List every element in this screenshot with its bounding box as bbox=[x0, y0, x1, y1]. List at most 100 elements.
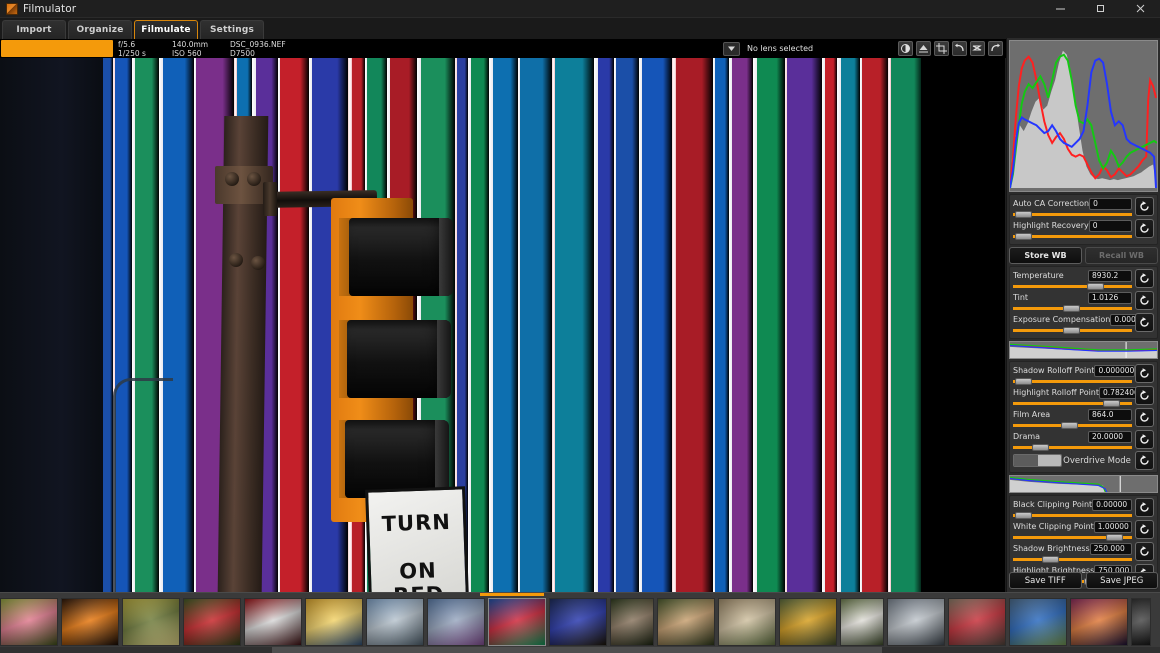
reset-icon[interactable] bbox=[1135, 451, 1154, 470]
store-wb-button[interactable]: Store WB bbox=[1009, 247, 1082, 264]
value-auto-ca-correction[interactable]: 0 bbox=[1089, 197, 1132, 210]
lamp-visor-yellow bbox=[347, 320, 451, 398]
filmstrip-thumb-boy-portrait[interactable] bbox=[610, 598, 654, 646]
filmstrip-thumb-dog-portrait[interactable] bbox=[657, 598, 715, 646]
filmstrip-thumb-red-flowers-planter[interactable] bbox=[183, 598, 241, 646]
thumb-vignette bbox=[888, 599, 944, 645]
tab-settings[interactable]: Settings bbox=[200, 20, 264, 39]
lens-selector[interactable]: No lens selected bbox=[723, 41, 918, 56]
filmulator-window: Filmulator Import Organize Filmulate Set… bbox=[0, 0, 1160, 653]
reset-icon[interactable] bbox=[1135, 498, 1154, 517]
filmstrip-thumb-two-boys[interactable] bbox=[1009, 598, 1067, 646]
reset-icon[interactable] bbox=[1135, 520, 1154, 539]
filmstrip-thumb-woman-blue-shirt[interactable] bbox=[549, 598, 607, 646]
reset-icon[interactable] bbox=[1135, 197, 1154, 216]
reset-icon[interactable] bbox=[1135, 364, 1154, 383]
flip-icon[interactable] bbox=[970, 41, 985, 56]
sign-line-2: ON RED bbox=[393, 558, 445, 592]
label-film-area: Film Area bbox=[1013, 410, 1051, 419]
tab-organize[interactable]: Organize bbox=[68, 20, 132, 39]
slider-auto-ca-correction[interactable] bbox=[1013, 211, 1132, 218]
slider-exposure-compensation[interactable] bbox=[1013, 327, 1132, 334]
filmstrip-thumb-autumn-path[interactable] bbox=[122, 598, 180, 646]
filmstrip-thumb-vintage-car-street[interactable] bbox=[887, 598, 945, 646]
slider-highlight-recovery[interactable] bbox=[1013, 233, 1132, 240]
slider-highlight-rolloff-point[interactable] bbox=[1013, 400, 1132, 407]
value-black-clipping-point[interactable]: 0.00000 bbox=[1092, 498, 1132, 511]
slider-black-clipping-point[interactable] bbox=[1013, 512, 1132, 519]
filmstrip-thumb-bridge-structure[interactable] bbox=[427, 598, 485, 646]
maximize-button[interactable] bbox=[1080, 0, 1120, 18]
image-viewport[interactable]: TURN ON RED WARN bbox=[0, 58, 1005, 592]
tab-filmulate[interactable]: Filmulate bbox=[134, 20, 198, 39]
value-highlight-rolloff-point[interactable]: 0.782406 bbox=[1099, 386, 1140, 399]
control-film-area: Film Area 864.0 bbox=[1013, 408, 1154, 429]
filmstrip-scrollbar-thumb[interactable] bbox=[272, 647, 882, 653]
photo-left-dark-wall bbox=[0, 58, 103, 592]
minimize-button[interactable] bbox=[1040, 0, 1080, 18]
reset-icon[interactable] bbox=[1135, 313, 1154, 332]
exif-iso: ISO 560 bbox=[172, 48, 202, 58]
rotate-right-icon[interactable] bbox=[988, 41, 1003, 56]
save-jpeg-button[interactable]: Save JPEG bbox=[1085, 572, 1158, 589]
overdrive-mode-toggle[interactable] bbox=[1013, 454, 1062, 467]
filmstrip-thumb-halloween-pumpkin[interactable] bbox=[61, 598, 119, 646]
filmstrip-thumb-girl-tshirt[interactable] bbox=[840, 598, 884, 646]
slider-film-area[interactable] bbox=[1013, 422, 1132, 429]
slider-drama[interactable] bbox=[1013, 444, 1132, 451]
value-shadow-rolloff-point[interactable]: 0.000000 bbox=[1094, 364, 1136, 377]
window-controls bbox=[1040, 0, 1160, 18]
reset-icon[interactable] bbox=[1135, 219, 1154, 238]
value-drama[interactable]: 20.0000 bbox=[1088, 430, 1132, 443]
photo-right-edge bbox=[921, 58, 1005, 592]
filmstrip-thumb-pink-flowers[interactable] bbox=[0, 598, 58, 646]
save-tiff-button[interactable]: Save TIFF bbox=[1009, 572, 1082, 589]
chevron-down-icon[interactable] bbox=[723, 41, 740, 56]
slider-shadow-rolloff-point[interactable] bbox=[1013, 378, 1132, 385]
slider-tint[interactable] bbox=[1013, 305, 1132, 312]
tab-import[interactable]: Import bbox=[2, 20, 66, 39]
contrast-icon[interactable] bbox=[898, 41, 913, 56]
value-shadow-brightness[interactable]: 250.000 bbox=[1089, 542, 1132, 555]
thumb-vignette bbox=[1132, 599, 1150, 645]
close-button[interactable] bbox=[1120, 0, 1160, 18]
thumb-vignette bbox=[62, 599, 118, 645]
rotate-left-icon[interactable] bbox=[952, 41, 967, 56]
slider-temperature[interactable] bbox=[1013, 283, 1132, 290]
filmstrip-thumb-colorful-bicycles[interactable] bbox=[779, 598, 837, 646]
slider-white-clipping-point[interactable] bbox=[1013, 534, 1132, 541]
filmstrip-thumb-traffic-light-stripes[interactable] bbox=[488, 598, 546, 646]
filmstrip-scrollbar[interactable] bbox=[0, 647, 1160, 653]
lens-correction-group: Auto CA Correction 0 Highlight Recovery … bbox=[1009, 194, 1158, 245]
label-black-clipping-point: Black Clipping Point bbox=[1013, 500, 1093, 509]
filmstrip[interactable] bbox=[0, 592, 1160, 653]
filmstrip-thumb-city-skyline[interactable] bbox=[366, 598, 424, 646]
perspective-icon[interactable] bbox=[916, 41, 931, 56]
turn-on-red-sign: TURN ON RED bbox=[365, 486, 469, 592]
filmstrip-thumb-stone-building[interactable] bbox=[718, 598, 776, 646]
value-film-area[interactable]: 864.0 bbox=[1088, 408, 1132, 421]
reset-icon[interactable] bbox=[1135, 542, 1154, 561]
photo-image: TURN ON RED WARN bbox=[103, 58, 921, 592]
filmstrip-thumb-dark-photo[interactable] bbox=[1131, 598, 1151, 646]
value-white-clipping-point[interactable]: 1.00000 bbox=[1093, 520, 1132, 533]
filmstrip-thumb-red-mustang-car[interactable] bbox=[244, 598, 302, 646]
reset-icon[interactable] bbox=[1135, 386, 1154, 405]
reset-icon[interactable] bbox=[1135, 408, 1154, 427]
value-highlight-recovery[interactable]: 0 bbox=[1088, 219, 1132, 232]
value-tint[interactable]: 1.0126 bbox=[1088, 291, 1132, 304]
value-temperature[interactable]: 8930.2 bbox=[1088, 269, 1132, 282]
label-highlight-rolloff-point: Highlight Rolloff Point bbox=[1013, 388, 1100, 397]
filmstrip-thumb-shop-flags[interactable] bbox=[948, 598, 1006, 646]
bolt bbox=[229, 253, 243, 267]
reset-icon[interactable] bbox=[1135, 430, 1154, 449]
reset-icon[interactable] bbox=[1135, 269, 1154, 288]
crop-icon[interactable] bbox=[934, 41, 949, 56]
reset-icon[interactable] bbox=[1135, 291, 1154, 310]
slider-shadow-brightness[interactable] bbox=[1013, 556, 1132, 563]
filmstrip-thumb-sunset-skyline[interactable] bbox=[1070, 598, 1128, 646]
control-drama: Drama 20.0000 bbox=[1013, 430, 1154, 451]
filmstrip-thumb-lightbulb-mural[interactable] bbox=[305, 598, 363, 646]
control-highlight-rolloff-point: Highlight Rolloff Point 0.782406 bbox=[1013, 386, 1154, 407]
control-shadow-brightness: Shadow Brightness 250.000 bbox=[1013, 542, 1154, 563]
